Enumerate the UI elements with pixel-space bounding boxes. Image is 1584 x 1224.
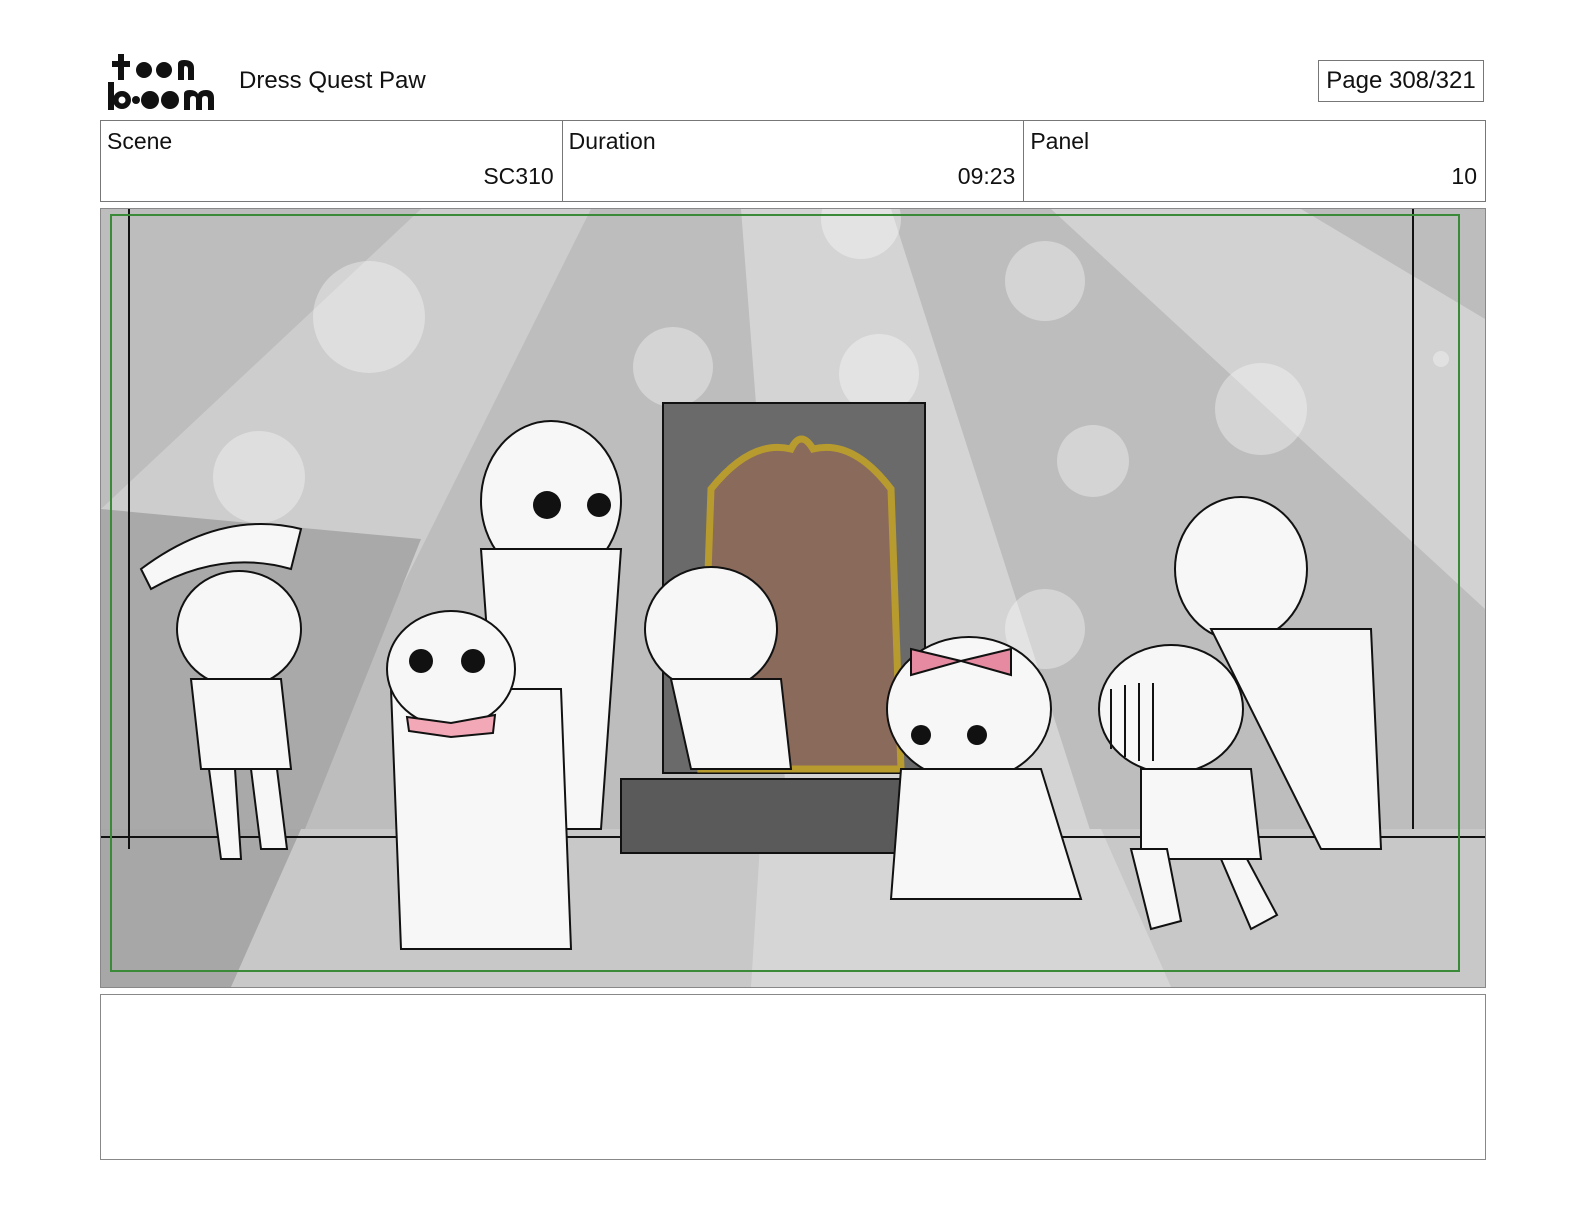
toon-boom-logo: [104, 50, 216, 112]
duration-label: Duration: [568, 128, 656, 154]
duration-value: 09:23: [957, 163, 1016, 189]
duration-cell: Duration 09:23: [563, 121, 1025, 201]
panel-notes-box: [100, 994, 1486, 1160]
scene-cell: Scene SC310: [101, 121, 563, 201]
panel-label: Panel: [1030, 128, 1090, 154]
storyboard-panel-image: [100, 208, 1486, 988]
panel-info-table: Scene SC310 Duration 09:23 Panel 10: [100, 120, 1486, 202]
scene-label: Scene: [107, 128, 173, 154]
panel-value: 10: [1451, 163, 1478, 189]
page-indicator: Page 308/321: [1318, 60, 1484, 102]
panel-cell: Panel 10: [1024, 121, 1485, 201]
scene-value: SC310: [483, 163, 554, 189]
project-title: Dress Quest Paw: [239, 67, 426, 94]
